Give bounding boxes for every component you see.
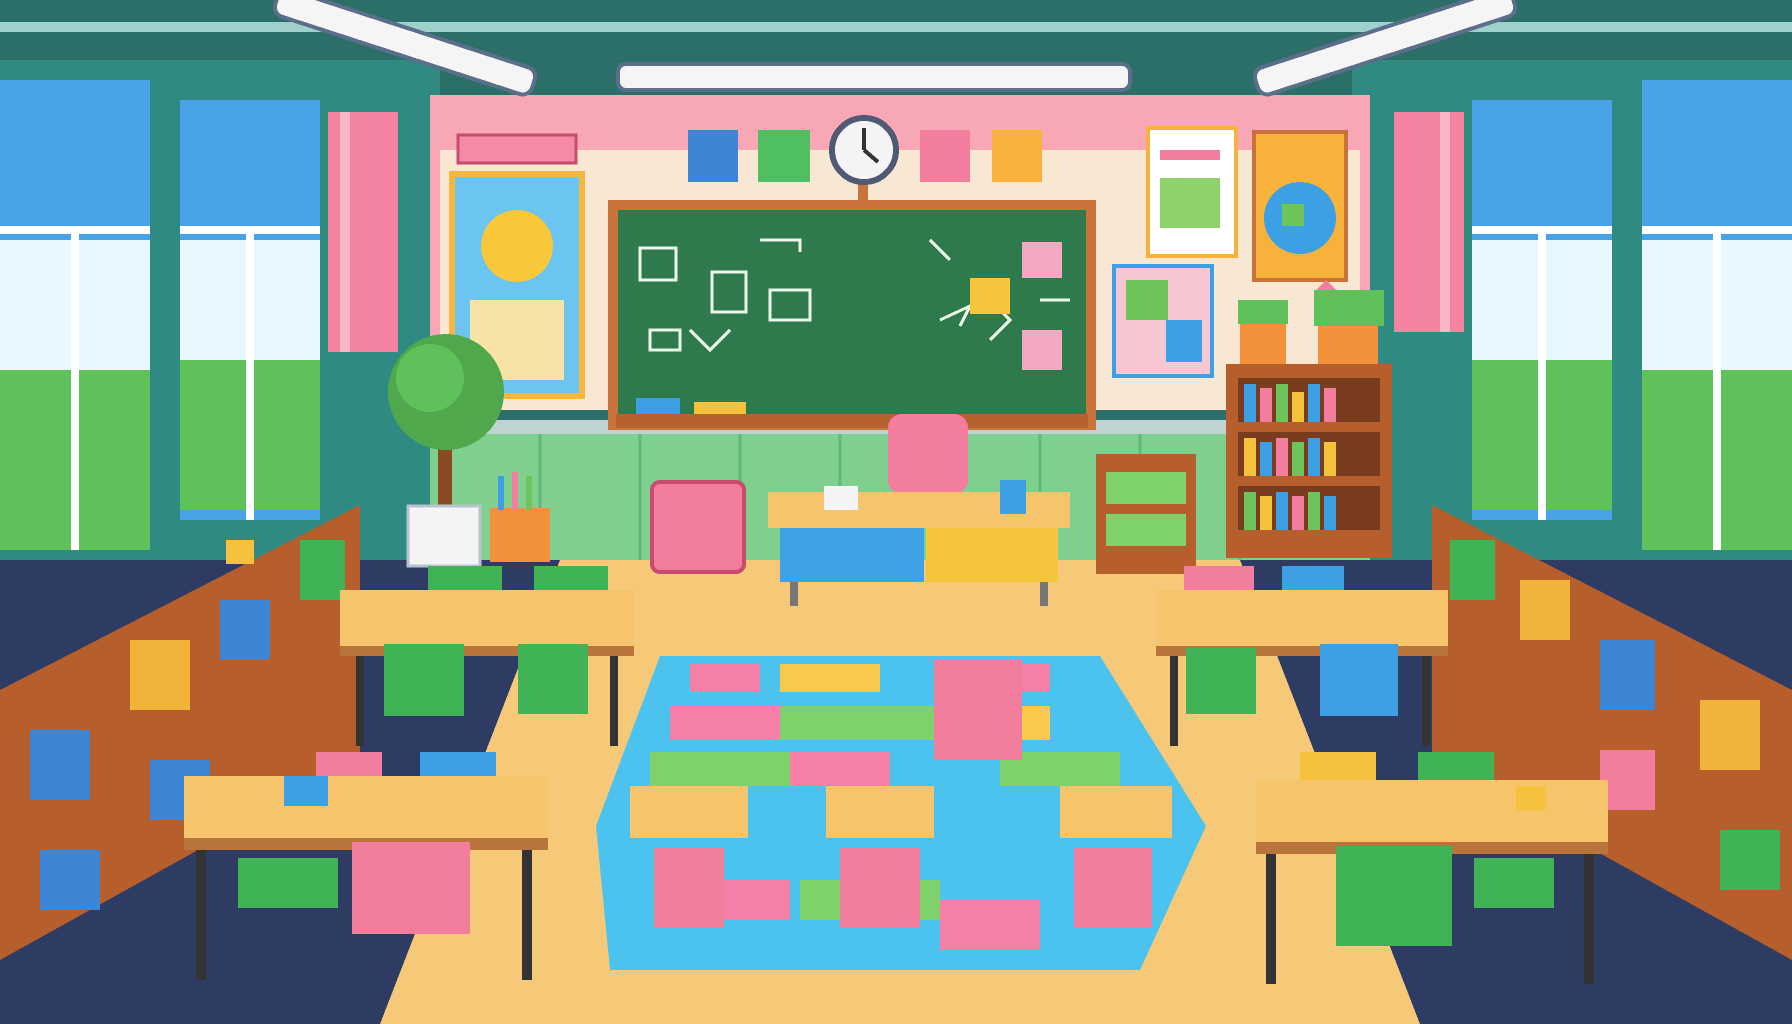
ceiling-pipe (0, 22, 1792, 32)
classroom-scene (0, 0, 1792, 1024)
chair-green-front-right (1336, 846, 1452, 946)
chair-blue-a (1320, 644, 1398, 716)
chair-pink-center (934, 660, 1022, 760)
sun-face-icon (481, 210, 553, 282)
classroom-illustration (0, 0, 1792, 1024)
chair-green-c (1186, 648, 1256, 714)
chart-poster (1146, 126, 1238, 258)
ceiling-light-center (616, 62, 1132, 92)
bookshelf (1226, 364, 1392, 558)
pencil-cup-front-right (1516, 786, 1546, 810)
chair-pink-front-left (352, 842, 470, 934)
teacher-chair (888, 414, 968, 494)
pencil-cup-left (226, 540, 254, 564)
rug-small-desks (630, 786, 1172, 928)
chair-green-a (384, 644, 464, 716)
small-cabinet (1096, 454, 1196, 574)
left-curtain (328, 112, 398, 352)
globe-poster (1252, 130, 1348, 282)
chair-green-front-left (238, 858, 338, 908)
trash-bin (650, 480, 746, 574)
chair-green-front-right-b (1474, 858, 1554, 908)
map-poster (1112, 264, 1214, 378)
chair-green-b (518, 644, 588, 714)
right-curtain (1394, 112, 1464, 332)
chalkboard (608, 200, 1096, 430)
wall-sign (456, 133, 578, 165)
